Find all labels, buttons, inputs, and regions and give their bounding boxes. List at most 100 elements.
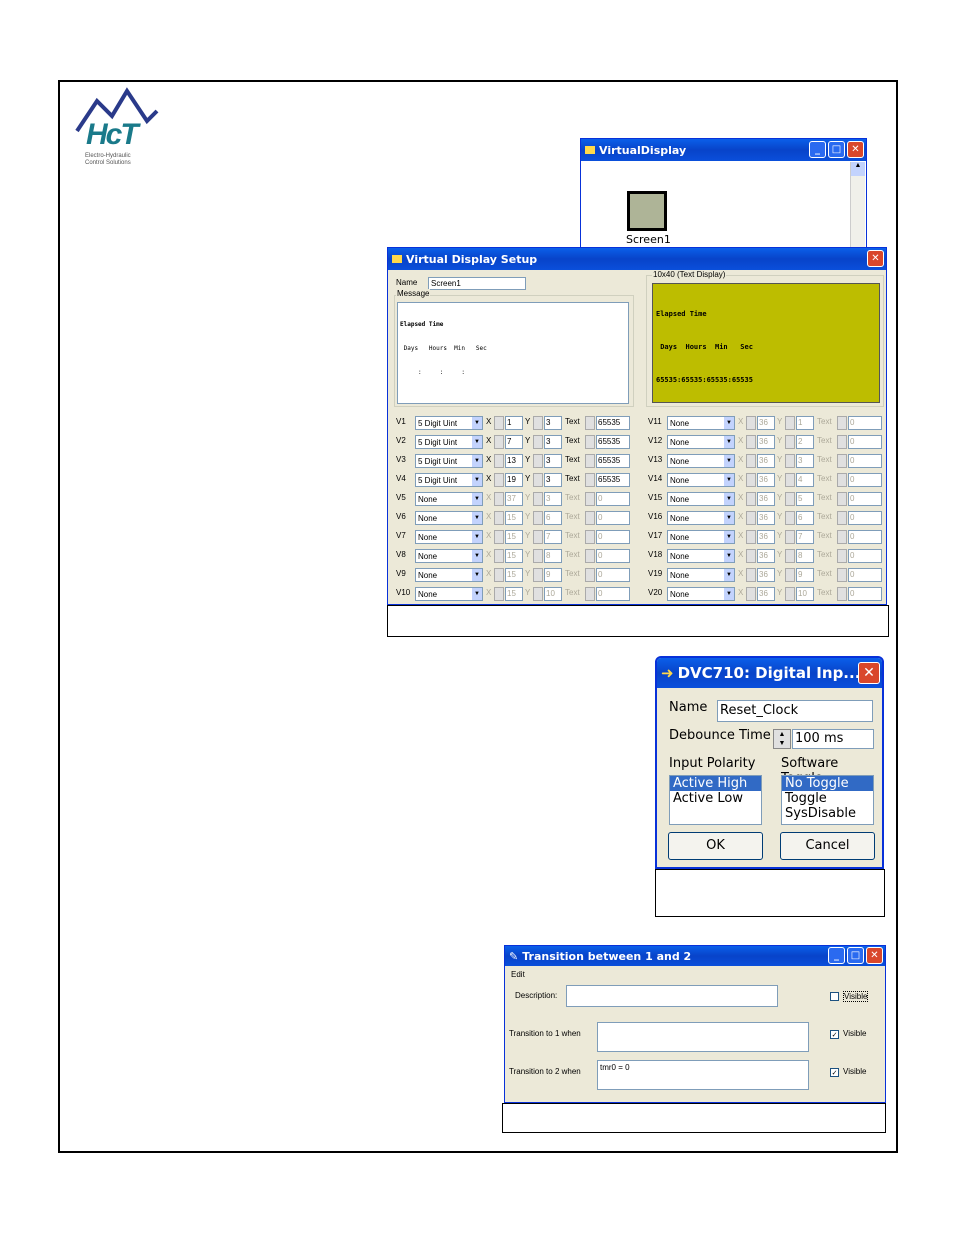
text-spinner[interactable] (585, 587, 595, 601)
y-spinner[interactable] (533, 473, 543, 487)
x-field[interactable]: 36 (757, 492, 775, 506)
text-spinner[interactable] (837, 454, 847, 468)
scroll-up-icon[interactable]: ▲ (851, 162, 865, 176)
x-field[interactable]: 36 (757, 530, 775, 544)
text-field[interactable]: 0 (848, 568, 882, 582)
text-field[interactable]: 0 (848, 416, 882, 430)
text-field[interactable]: 0 (596, 587, 630, 601)
toggle-listbox[interactable]: No Toggle Toggle SysDisable (781, 775, 874, 825)
text-spinner[interactable] (837, 530, 847, 544)
text-spinner[interactable] (585, 416, 595, 430)
debounce-spinner[interactable]: ▲ ▼ (773, 729, 791, 749)
y-field[interactable]: 8 (544, 549, 562, 563)
variable-type-dropdown[interactable]: None ▼ (415, 530, 483, 544)
text-field[interactable]: 65535 (596, 416, 630, 430)
y-spinner[interactable] (533, 511, 543, 525)
text-spinner[interactable] (585, 511, 595, 525)
y-field[interactable]: 3 (796, 454, 814, 468)
text-spinner[interactable] (585, 530, 595, 544)
y-spinner[interactable] (785, 435, 795, 449)
variable-type-dropdown[interactable]: None ▼ (415, 587, 483, 601)
name-field[interactable]: Reset_Clock (717, 700, 873, 722)
y-field[interactable]: 4 (796, 473, 814, 487)
toggle-option[interactable]: SysDisable (782, 806, 873, 821)
x-field[interactable]: 7 (505, 435, 523, 449)
x-field[interactable]: 36 (757, 416, 775, 430)
x-field[interactable]: 36 (757, 473, 775, 487)
text-field[interactable]: 0 (848, 473, 882, 487)
text-spinner[interactable] (837, 587, 847, 601)
y-spinner[interactable] (533, 587, 543, 601)
text-field[interactable]: 0 (848, 587, 882, 601)
text-spinner[interactable] (837, 492, 847, 506)
transition-titlebar[interactable]: ✎ Transition between 1 and 2 _ □ ✕ (505, 946, 885, 966)
text-field[interactable]: 0 (596, 511, 630, 525)
text-field[interactable]: 0 (596, 530, 630, 544)
text-spinner[interactable] (837, 568, 847, 582)
y-field[interactable]: 3 (544, 492, 562, 506)
maximize-button[interactable]: □ (847, 947, 864, 964)
text-spinner[interactable] (585, 549, 595, 563)
x-spinner[interactable] (494, 454, 504, 468)
to2-visible-checkbox[interactable]: ✓ (830, 1068, 839, 1077)
variable-type-dropdown[interactable]: 5 Digit Uint ▼ (415, 435, 483, 449)
y-spinner[interactable] (533, 530, 543, 544)
text-spinner[interactable] (585, 492, 595, 506)
x-spinner[interactable] (746, 587, 756, 601)
x-field[interactable]: 36 (757, 549, 775, 563)
y-spinner[interactable] (785, 416, 795, 430)
text-spinner[interactable] (837, 435, 847, 449)
y-field[interactable]: 7 (796, 530, 814, 544)
y-spinner[interactable] (533, 568, 543, 582)
y-spinner[interactable] (785, 492, 795, 506)
y-spinner[interactable] (785, 454, 795, 468)
text-field[interactable]: 0 (848, 511, 882, 525)
x-spinner[interactable] (746, 473, 756, 487)
x-spinner[interactable] (746, 511, 756, 525)
text-spinner[interactable] (585, 473, 595, 487)
variable-type-dropdown[interactable]: None ▼ (667, 416, 735, 430)
text-spinner[interactable] (585, 454, 595, 468)
variable-type-dropdown[interactable]: None ▼ (667, 454, 735, 468)
x-field[interactable]: 36 (757, 587, 775, 601)
y-spinner[interactable] (785, 587, 795, 601)
edit-menu[interactable]: Edit (511, 970, 525, 979)
y-field[interactable]: 5 (796, 492, 814, 506)
polarity-listbox[interactable]: Active High Active Low (669, 775, 762, 825)
y-field[interactable]: 1 (796, 416, 814, 430)
y-field[interactable]: 3 (544, 416, 562, 430)
variable-type-dropdown[interactable]: None ▼ (415, 511, 483, 525)
x-spinner[interactable] (494, 416, 504, 430)
x-spinner[interactable] (494, 568, 504, 582)
polarity-option[interactable]: Active High (670, 776, 761, 791)
x-spinner[interactable] (494, 473, 504, 487)
x-spinner[interactable] (746, 530, 756, 544)
text-spinner[interactable] (837, 549, 847, 563)
variable-type-dropdown[interactable]: None ▼ (667, 435, 735, 449)
close-button[interactable]: ✕ (867, 250, 884, 267)
name-field[interactable]: Screen1 (428, 277, 526, 290)
y-spinner[interactable] (785, 568, 795, 582)
cancel-button[interactable]: Cancel (780, 832, 875, 860)
text-spinner[interactable] (585, 435, 595, 449)
minimize-button[interactable]: _ (828, 947, 845, 964)
text-field[interactable]: 0 (848, 492, 882, 506)
variable-type-dropdown[interactable]: None ▼ (415, 549, 483, 563)
x-field[interactable]: 15 (505, 511, 523, 525)
toggle-option[interactable]: Toggle (782, 791, 873, 806)
close-button[interactable]: ✕ (847, 141, 864, 158)
y-field[interactable]: 3 (544, 473, 562, 487)
digital-input-titlebar[interactable]: ➜ DVC710: Digital Inp... ✕ (657, 658, 882, 688)
variable-type-dropdown[interactable]: None ▼ (667, 549, 735, 563)
text-field[interactable]: 0 (848, 454, 882, 468)
y-spinner[interactable] (533, 416, 543, 430)
variable-type-dropdown[interactable]: None ▼ (415, 492, 483, 506)
y-field[interactable]: 6 (796, 511, 814, 525)
text-field[interactable]: 0 (848, 549, 882, 563)
y-spinner[interactable] (533, 454, 543, 468)
x-spinner[interactable] (494, 511, 504, 525)
y-field[interactable]: 9 (796, 568, 814, 582)
scrollbar[interactable]: ▲ (850, 162, 865, 248)
text-spinner[interactable] (837, 473, 847, 487)
text-spinner[interactable] (837, 511, 847, 525)
